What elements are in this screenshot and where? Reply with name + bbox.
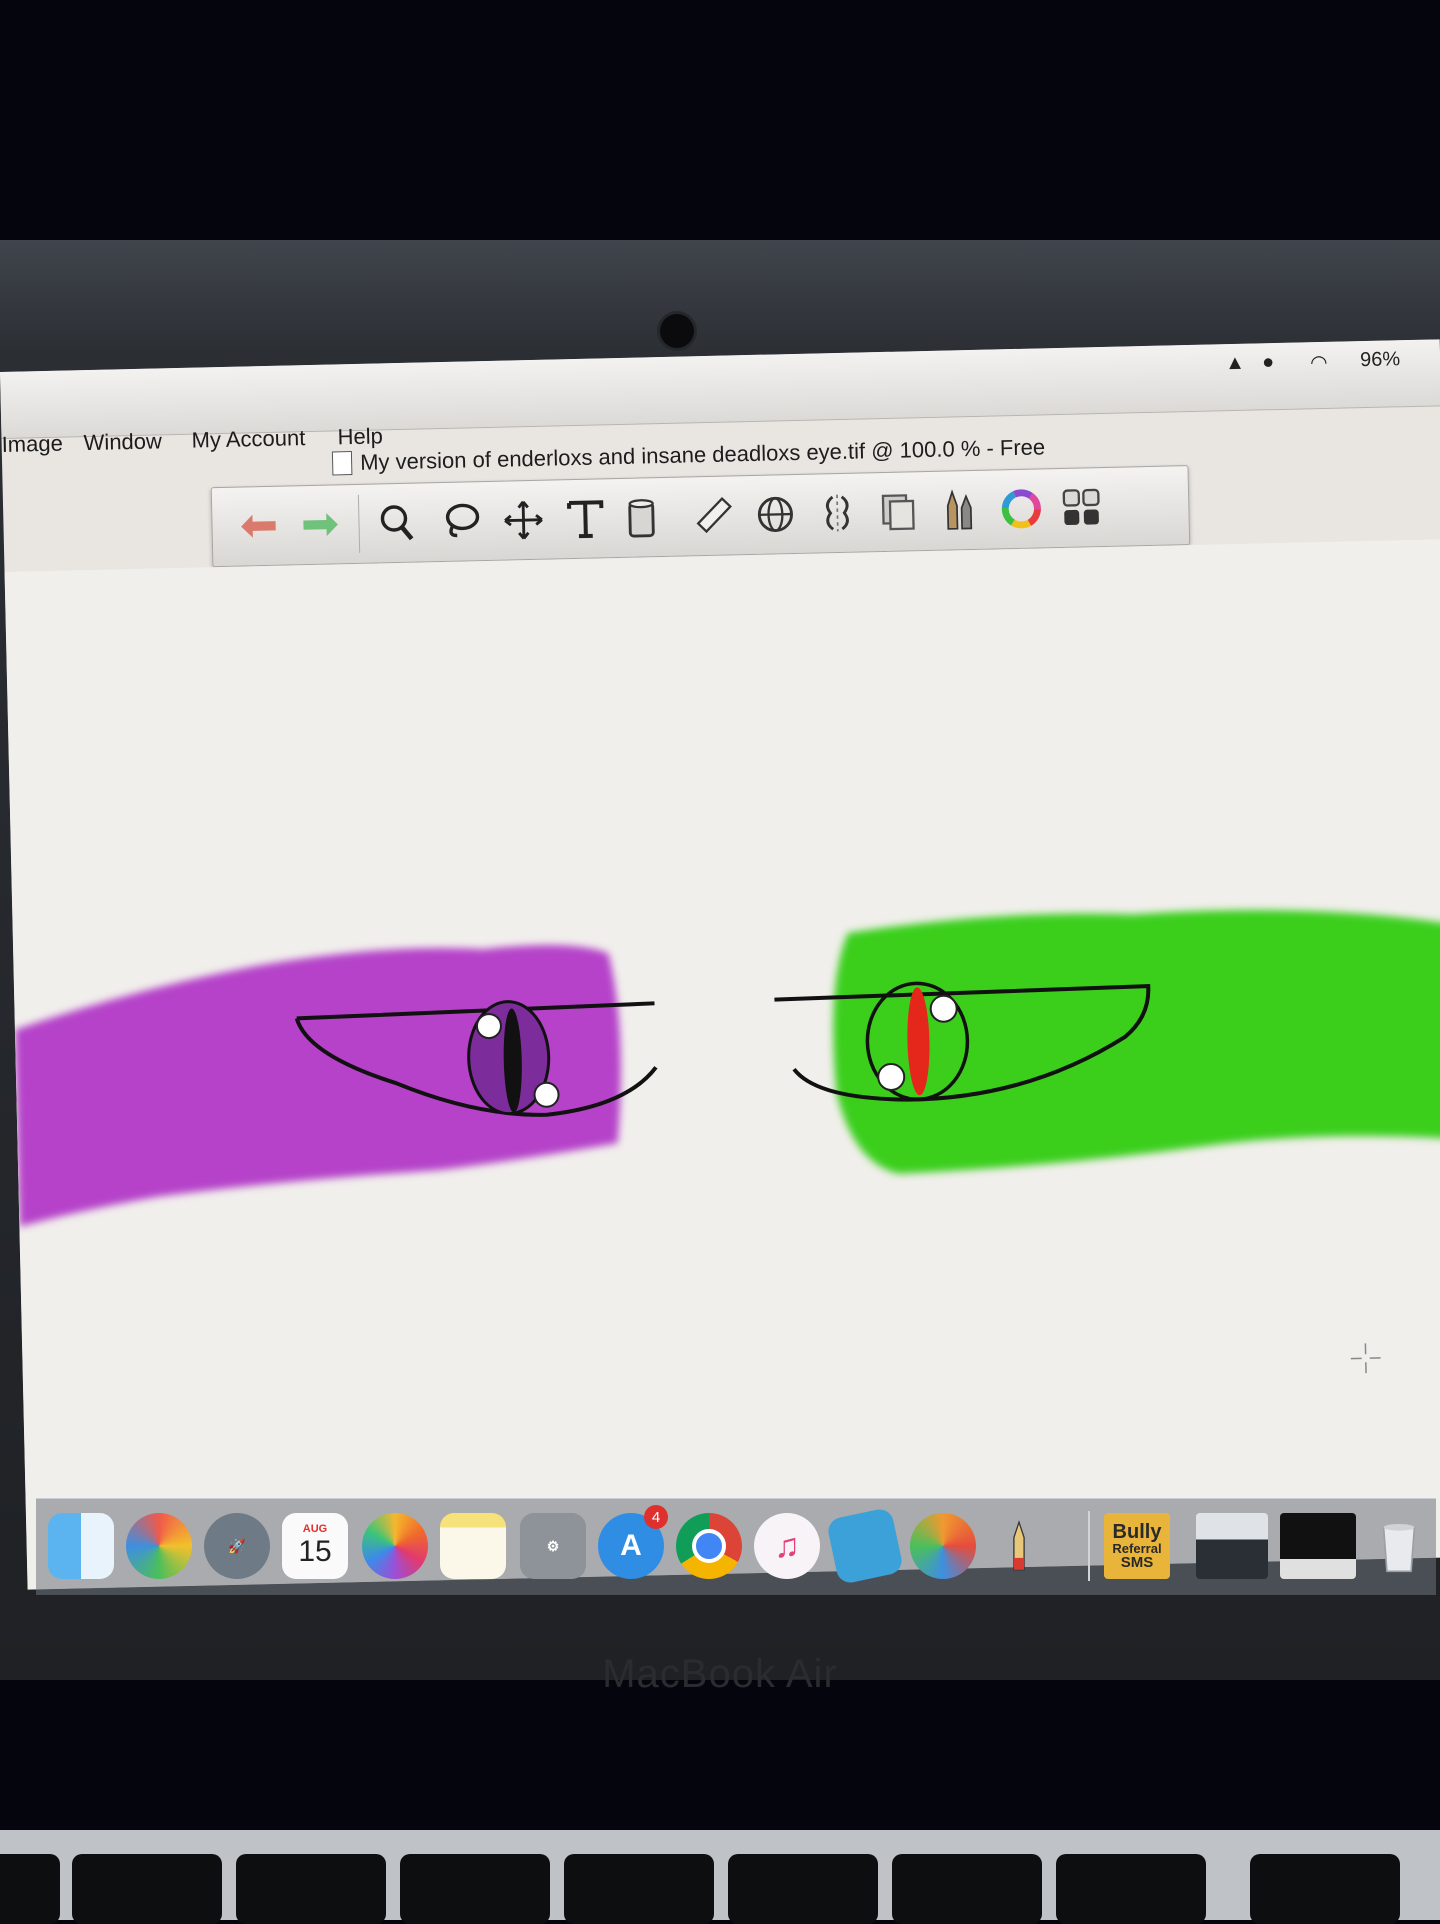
right-eye-glint [929, 994, 958, 1023]
screenshot-thumbnail[interactable] [1196, 1513, 1268, 1579]
system-preferences-icon[interactable]: ⚙ [520, 1513, 586, 1579]
layers-icon[interactable] [872, 484, 927, 539]
bully-referral-icon[interactable]: Bully Referral SMS [1104, 1513, 1170, 1579]
menu-window[interactable]: Window [83, 428, 162, 456]
key [728, 1854, 878, 1924]
app-grid-icon[interactable] [126, 1513, 192, 1579]
photos-icon[interactable] [362, 1513, 428, 1579]
battery-percent[interactable]: 96% [1360, 348, 1401, 372]
drawing-canvas[interactable] [4, 539, 1440, 1590]
menu-image[interactable]: Image [1, 431, 63, 458]
dock-separator [1088, 1511, 1090, 1581]
zoom-icon[interactable] [370, 495, 425, 550]
toolbar-separator [357, 494, 361, 553]
trash-icon[interactable] [1366, 1513, 1432, 1579]
key [72, 1854, 222, 1924]
wifi-icon[interactable]: ◠ [1310, 350, 1328, 375]
bully-line1: Bully [1112, 1521, 1162, 1543]
text-icon[interactable] [558, 491, 613, 546]
app-store-icon[interactable]: A 4 [598, 1505, 668, 1579]
keyboard [0, 1830, 1440, 1924]
drive-icon[interactable]: ▲ [1225, 352, 1245, 375]
key [892, 1854, 1042, 1924]
symmetry-icon[interactable] [810, 485, 865, 540]
ruler-icon[interactable] [686, 488, 741, 543]
itunes-icon[interactable]: ♫ [754, 1513, 820, 1579]
undo-icon[interactable] [232, 499, 287, 554]
redo-icon[interactable] [292, 497, 347, 552]
calendar-icon[interactable]: AUG 15 [282, 1513, 348, 1579]
crosshair-cursor-icon [1350, 1343, 1381, 1374]
calendar-month: AUG [302, 1523, 328, 1535]
move-icon[interactable] [496, 493, 551, 548]
pencil-app-icon[interactable] [986, 1513, 1052, 1579]
camera-icon [660, 314, 694, 348]
lasso-icon[interactable] [434, 494, 489, 549]
left-eye-glint [475, 1013, 502, 1040]
device-label: MacBook Air [602, 1652, 838, 1696]
roblox-studio-icon[interactable] [825, 1506, 905, 1586]
key [236, 1854, 386, 1924]
finder-icon[interactable] [48, 1513, 114, 1579]
key [1056, 1854, 1206, 1924]
key [1250, 1854, 1400, 1924]
notes-icon[interactable] [440, 1513, 506, 1579]
grid-icon[interactable] [1054, 480, 1109, 535]
brushes-icon[interactable] [932, 483, 987, 538]
menu-my-account[interactable]: My Account [191, 425, 305, 454]
key [564, 1854, 714, 1924]
right-eye-glint [877, 1062, 906, 1091]
document-title: My version of enderloxs and insane deadl… [359, 434, 1046, 475]
menu-help[interactable]: Help [337, 423, 383, 450]
colorful-app-icon[interactable] [910, 1513, 976, 1579]
globe-icon[interactable] [748, 487, 803, 542]
left-eye-glint [533, 1081, 560, 1108]
app-status-icon[interactable]: ● [1262, 351, 1275, 374]
window-thumbnail[interactable] [1280, 1513, 1356, 1579]
screen: ▲ ● ◠ 96% Image Window My Account Help M… [0, 339, 1440, 1590]
key [400, 1854, 550, 1924]
color-wheel-icon[interactable] [994, 481, 1049, 536]
dock: 🚀 AUG 15 ⚙ A 4 ♫ Bully Referral SMS [36, 1498, 1436, 1595]
artwork [14, 910, 1440, 1227]
app-store-badge: 4 [644, 1505, 668, 1529]
calendar-day: 15 [298, 1535, 332, 1568]
bully-line3: SMS [1120, 1554, 1154, 1571]
launchpad-icon[interactable]: 🚀 [204, 1513, 270, 1579]
chrome-icon[interactable] [676, 1513, 742, 1579]
bucket-icon[interactable] [614, 490, 669, 545]
document-icon [331, 451, 353, 476]
key [0, 1854, 60, 1924]
